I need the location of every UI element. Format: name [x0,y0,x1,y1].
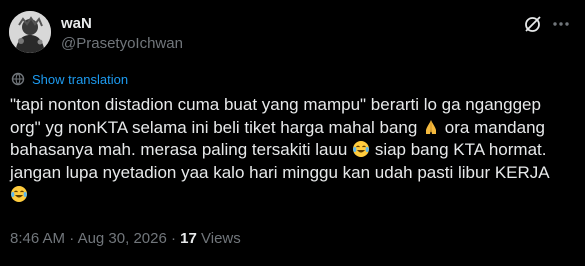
tweet-header: waN @PrasetyoIchwan [9,11,571,53]
author-handle[interactable]: @PrasetyoIchwan [61,35,183,52]
meta-separator: · [65,230,78,247]
avatar[interactable] [9,11,51,53]
tweet-text-segment: org" yg nonKTA selama ini beli tiket har… [10,117,423,137]
tweet-text-line: "tapi nonton distadion cuma buat yang ma… [10,95,541,114]
show-translation-label[interactable]: Show translation [32,72,128,87]
translate-icon [11,72,25,86]
folded-hands-emoji [422,118,440,136]
views-count: 17 [180,230,197,247]
tweet-meta: 8:46 AM · Aug 30, 2026 · 17 Views [10,230,241,247]
tweet-time[interactable]: 8:46 AM [10,230,65,247]
tweet-text-segment: bahasanya mah. merasa paling tersakiti l… [10,140,353,159]
grok-icon[interactable] [523,14,543,34]
author-display-name[interactable]: waN [61,15,92,32]
tweet-text-line: jangan lupa nyetadion yaa kalo hari ming… [10,162,550,182]
tweet-date[interactable]: Aug 30, 2026 [78,230,167,247]
show-translation-link[interactable]: Show translation [11,71,128,87]
tweet[interactable]: waN @PrasetyoIchwan Show translation "ta… [0,0,585,266]
tweet-text: "tapi nonton distadion cuma buat yang ma… [10,94,575,207]
tears-of-joy-emoji [10,185,28,203]
views-label: Views [196,230,241,247]
more-icon[interactable] [551,14,571,34]
tweet-text-segment: ora mandang [440,117,545,137]
tweet-text-segment: siap bang KTA hormat. [370,140,547,159]
meta-separator: · [166,230,181,247]
tears-of-joy-emoji [352,140,370,158]
